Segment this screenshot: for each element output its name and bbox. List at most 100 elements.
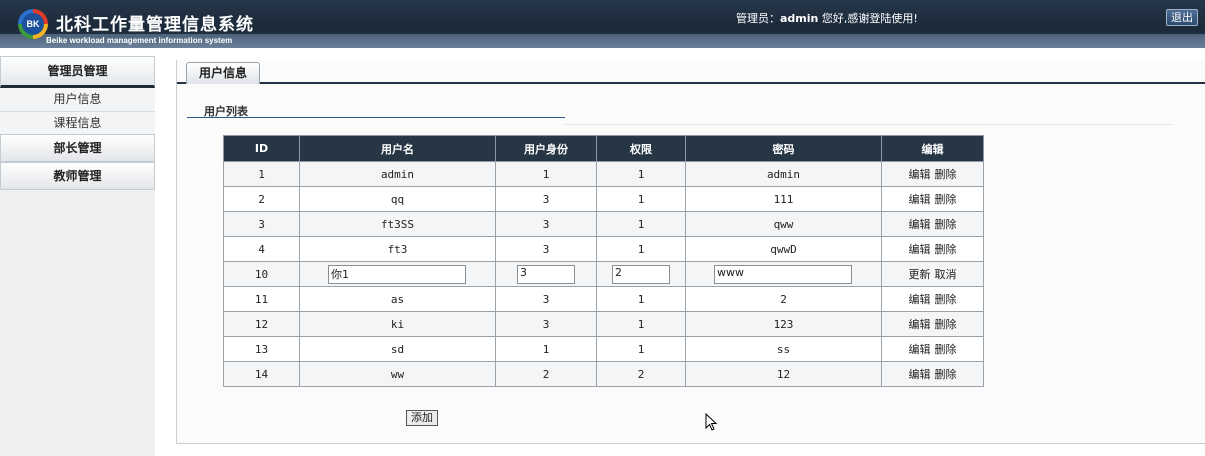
sidebar-group-admin[interactable]: 管理员管理 (0, 56, 155, 88)
cell-username: admin (299, 161, 496, 187)
cell-actions: 编辑 删除 (881, 336, 984, 362)
table-row: 2 qq 3 1 111 编辑 删除 (223, 186, 984, 212)
edit-link[interactable]: 编辑 (909, 318, 931, 331)
cell-permission: 1 (596, 211, 686, 237)
cell-role: 3 (495, 211, 597, 237)
cell-username: ft3 (299, 236, 496, 262)
column-header-edit: 编辑 (881, 135, 984, 162)
table-row: 3 ft3SS 3 1 qww 编辑 删除 (223, 211, 984, 237)
sidebar-item-user-info[interactable]: 用户信息 (0, 88, 155, 111)
cell-username: as (299, 286, 496, 312)
cell-id: 11 (223, 286, 300, 312)
section-divider (187, 117, 565, 118)
cell-actions: 编辑 删除 (881, 211, 984, 237)
table-header-row: ID 用户名 用户身份 权限 密码 编辑 (223, 135, 984, 162)
cell-permission: 1 (596, 161, 686, 187)
edit-link[interactable]: 编辑 (909, 243, 931, 256)
delete-link[interactable]: 删除 (935, 193, 957, 206)
cell-actions: 编辑 删除 (881, 286, 984, 312)
cell-role: 3 (495, 186, 597, 212)
cell-password: ss (685, 336, 882, 362)
cell-actions: 编辑 删除 (881, 186, 984, 212)
table-row: 12 ki 3 1 123 编辑 删除 (223, 311, 984, 337)
cell-username: ki (299, 311, 496, 337)
cell-id: 3 (223, 211, 300, 237)
main-panel: 用户信息 用户列表 ID 用户名 用户身份 权限 密码 编辑 1 admin 1… (176, 60, 1205, 444)
cell-role: 3 (495, 311, 597, 337)
delete-link[interactable]: 删除 (935, 318, 957, 331)
column-header-password: 密码 (685, 135, 882, 162)
user-table: ID 用户名 用户身份 权限 密码 编辑 1 admin 1 1 admin 编… (223, 135, 984, 387)
username-input[interactable]: 你1 (328, 264, 466, 284)
role-input[interactable]: 3 (517, 264, 575, 284)
cell-password: 2 (685, 286, 882, 312)
cell-username: 你1 (299, 261, 496, 287)
cell-permission: 1 (596, 186, 686, 212)
cell-actions: 编辑 删除 (881, 161, 984, 187)
cell-username: sd (299, 336, 496, 362)
delete-link[interactable]: 删除 (935, 343, 957, 356)
cancel-link[interactable]: 取消 (935, 268, 957, 281)
table-row: 14 ww 2 2 12 编辑 删除 (223, 361, 984, 387)
app-header: BK 北科工作量管理信息系统 Beike workload management… (0, 0, 1205, 48)
cell-role: 3 (495, 286, 597, 312)
cell-id: 1 (223, 161, 300, 187)
table-row: 13 sd 1 1 ss 编辑 删除 (223, 336, 984, 362)
welcome-message: 管理员：admin 您好,感谢登陆使用! (736, 10, 918, 26)
cell-username: ft3SS (299, 211, 496, 237)
cell-password: www (685, 261, 882, 287)
table-row: 11 as 3 1 2 编辑 删除 (223, 286, 984, 312)
app-title: 北科工作量管理信息系统 (56, 15, 254, 35)
cell-permission: 1 (596, 311, 686, 337)
cell-permission: 2 (596, 361, 686, 387)
cell-permission: 1 (596, 286, 686, 312)
cell-role: 1 (495, 336, 597, 362)
cell-role: 1 (495, 161, 597, 187)
app-subtitle: Beike workload management information sy… (46, 36, 233, 45)
welcome-prefix: 管理员： (736, 12, 780, 25)
edit-link[interactable]: 编辑 (909, 343, 931, 356)
logout-button[interactable]: 退出 (1166, 9, 1198, 26)
edit-link[interactable]: 编辑 (909, 218, 931, 231)
cell-username: ww (299, 361, 496, 387)
cell-actions: 编辑 删除 (881, 236, 984, 262)
table-row: 4 ft3 3 1 qwwD 编辑 删除 (223, 236, 984, 262)
delete-link[interactable]: 删除 (935, 243, 957, 256)
sidebar-group-teacher[interactable]: 教师管理 (0, 162, 155, 190)
logo-icon: BK (18, 9, 48, 39)
sidebar-item-course-info[interactable]: 课程信息 (0, 111, 155, 134)
sidebar-group-director[interactable]: 部长管理 (0, 134, 155, 162)
update-link[interactable]: 更新 (909, 268, 931, 281)
cell-role: 3 (495, 236, 597, 262)
cell-id: 13 (223, 336, 300, 362)
section-divider-light (565, 124, 1173, 125)
add-button[interactable]: 添加 (406, 410, 438, 426)
cell-password: qwwD (685, 236, 882, 262)
edit-link[interactable]: 编辑 (909, 168, 931, 181)
cell-role: 3 (495, 261, 597, 287)
password-input[interactable]: www (714, 264, 852, 284)
column-header-id: ID (223, 135, 300, 162)
cell-role: 2 (495, 361, 597, 387)
sidebar: 管理员管理 用户信息 课程信息 部长管理 教师管理 (0, 56, 155, 456)
cell-actions: 更新 取消 (881, 261, 984, 287)
delete-link[interactable]: 删除 (935, 168, 957, 181)
delete-link[interactable]: 删除 (935, 368, 957, 381)
column-header-permission: 权限 (596, 135, 686, 162)
tab-user-info[interactable]: 用户信息 (186, 62, 260, 84)
delete-link[interactable]: 删除 (935, 293, 957, 306)
mouse-cursor-icon (705, 413, 717, 431)
edit-link[interactable]: 编辑 (909, 193, 931, 206)
cell-actions: 编辑 删除 (881, 311, 984, 337)
cell-id: 2 (223, 186, 300, 212)
cell-permission: 2 (596, 261, 686, 287)
cell-actions: 编辑 删除 (881, 361, 984, 387)
delete-link[interactable]: 删除 (935, 218, 957, 231)
cell-password: 123 (685, 311, 882, 337)
permission-input[interactable]: 2 (612, 264, 670, 284)
welcome-suffix: 您好,感谢登陆使用! (818, 12, 918, 25)
cell-username: qq (299, 186, 496, 212)
welcome-user: admin (780, 12, 819, 25)
edit-link[interactable]: 编辑 (909, 293, 931, 306)
edit-link[interactable]: 编辑 (909, 368, 931, 381)
